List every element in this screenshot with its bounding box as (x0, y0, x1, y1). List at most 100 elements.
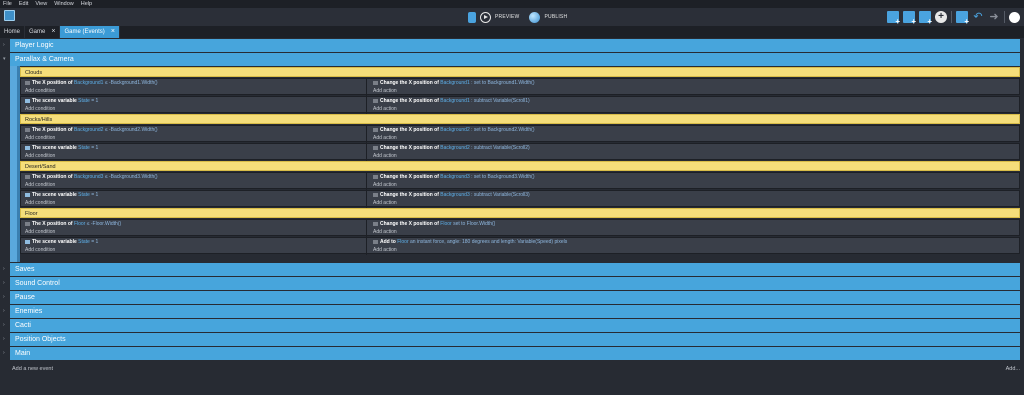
expand-arrow-icon[interactable]: › (3, 294, 5, 300)
close-icon[interactable]: × (111, 26, 115, 38)
menu-help[interactable]: Help (81, 0, 92, 8)
event-group[interactable]: Main (10, 347, 1020, 360)
event-group[interactable]: Saves (10, 263, 1020, 276)
preview-play-icon[interactable] (480, 11, 491, 23)
add-action-link[interactable]: Add action (369, 105, 1019, 113)
expand-arrow-icon[interactable]: › (3, 350, 5, 356)
object-name: Background2 (440, 145, 470, 151)
condition[interactable]: The scene variable State = 1 (21, 97, 366, 105)
menu-edit[interactable]: Edit (19, 0, 28, 8)
add-action-link[interactable]: Add action (369, 199, 1019, 207)
add-group-icon[interactable]: + (935, 11, 947, 23)
event-group[interactable]: Player Logic (10, 39, 1020, 52)
undo-icon[interactable]: ↶ (972, 11, 984, 23)
add-comment-icon[interactable] (919, 11, 932, 26)
expand-arrow-icon[interactable]: › (3, 266, 5, 272)
expand-arrow-icon[interactable]: › (3, 280, 5, 286)
actions-column: Change the X position of Background3 : s… (369, 173, 1019, 190)
add-action-link[interactable]: Add action (369, 134, 1019, 142)
add-condition-link[interactable]: Add condition (21, 134, 366, 142)
event-comment[interactable]: Desert/Sand (20, 161, 1020, 171)
condition[interactable]: The X position of Background2 ≤ -Backgro… (21, 126, 366, 134)
publish-globe-icon[interactable] (529, 11, 541, 23)
condition[interactable]: The scene variable State = 1 (21, 191, 366, 199)
action[interactable]: Change the X position of Floor set to Fl… (369, 220, 1019, 228)
tab-game-events[interactable]: Game (Events) × (60, 26, 120, 38)
add-condition-link[interactable]: Add condition (21, 199, 366, 207)
event-group[interactable]: Sound Control (10, 277, 1020, 290)
event-group[interactable]: Cacti (10, 319, 1020, 332)
action[interactable]: Change the X position of Background1 : s… (369, 79, 1019, 87)
action[interactable]: Add to Floor an instant force, angle: 18… (369, 238, 1019, 246)
redo-icon[interactable]: ➜ (988, 11, 1000, 23)
tab-label: Home (4, 29, 21, 35)
condition[interactable]: The X position of Background1 ≤ -Backgro… (21, 79, 366, 87)
instruction-label: Change the X position of (380, 174, 439, 180)
instruction-parameters: ≤ -Floor.Width() (86, 221, 122, 227)
add-event-icon[interactable] (887, 11, 900, 26)
action[interactable]: Change the X position of Background3 : s… (369, 191, 1019, 199)
object-name: Background3 (440, 192, 470, 198)
instruction-parameters: ≤ -Background3.Width() (104, 174, 158, 180)
add-action-link[interactable]: Add action (369, 181, 1019, 189)
publish-button[interactable]: PUBLISH (544, 14, 567, 20)
event-group[interactable]: Parallax & Camera (10, 53, 1020, 66)
add-condition-link[interactable]: Add condition (21, 87, 366, 95)
condition[interactable]: The scene variable State = 1 (21, 238, 366, 246)
event-comment[interactable]: Floor (20, 208, 1020, 218)
instruction-parameters: : set to Background2.Width() (471, 127, 535, 133)
condition[interactable]: The X position of Background3 ≤ -Backgro… (21, 173, 366, 181)
add-condition-link[interactable]: Add condition (21, 228, 366, 236)
add-condition-link[interactable]: Add condition (21, 181, 366, 189)
add-action-link[interactable]: Add action (369, 228, 1019, 236)
condition[interactable]: The X position of Floor ≤ -Floor.Width() (21, 220, 366, 228)
collapse-arrow-icon[interactable]: ▾ (3, 56, 6, 62)
add-new-event-link[interactable]: Add a new event (12, 366, 53, 372)
tab-home[interactable]: Home (0, 26, 26, 38)
settings-dot-icon[interactable] (1009, 11, 1020, 23)
actions-column: Change the X position of Background1 : s… (369, 97, 1019, 114)
menu-window[interactable]: Window (54, 0, 74, 8)
action[interactable]: Change the X position of Background2 : s… (369, 126, 1019, 134)
object-icon (25, 127, 30, 132)
add-action-link[interactable]: Add action (369, 87, 1019, 95)
add-action-link[interactable]: Add action (369, 246, 1019, 254)
debug-icon[interactable] (468, 11, 476, 23)
close-icon[interactable]: × (51, 26, 55, 38)
event-comment[interactable]: Rocks/Hills (20, 114, 1020, 124)
actions-column: Change the X position of Background2 : s… (369, 144, 1019, 161)
instruction-label: Change the X position of (380, 127, 439, 133)
event-row: The X position of Background2 ≤ -Backgro… (20, 125, 1020, 143)
project-manager-icon[interactable] (4, 10, 15, 21)
condition[interactable]: The scene variable State = 1 (21, 144, 366, 152)
action[interactable]: Change the X position of Background2 : s… (369, 144, 1019, 152)
expand-arrow-icon[interactable]: › (3, 322, 5, 328)
object-name: Background1 (440, 80, 470, 86)
tab-game[interactable]: Game × (25, 26, 61, 38)
add-sub-event-icon[interactable] (903, 11, 916, 26)
object-icon (25, 174, 30, 179)
expand-arrow-icon[interactable]: › (3, 336, 5, 342)
tab-label: Game (Events) (64, 29, 105, 35)
event-comment[interactable]: Clouds (20, 67, 1020, 77)
preview-button[interactable]: PREVIEW (495, 14, 519, 20)
menu-view[interactable]: View (35, 0, 47, 8)
toolbar-divider (951, 11, 952, 23)
event-group[interactable]: Pause (10, 291, 1020, 304)
expand-arrow-icon[interactable]: › (3, 42, 5, 48)
action[interactable]: Change the X position of Background1 : s… (369, 97, 1019, 105)
event-group[interactable]: Position Objects (10, 333, 1020, 346)
expand-arrow-icon[interactable]: › (3, 308, 5, 314)
add-condition-link[interactable]: Add condition (21, 152, 366, 160)
event-row: The scene variable State = 1 Add conditio… (20, 237, 1020, 255)
menu-file[interactable]: File (3, 0, 12, 8)
object-icon (373, 145, 378, 150)
event-group[interactable]: Enemies (10, 305, 1020, 318)
action[interactable]: Change the X position of Background3 : s… (369, 173, 1019, 181)
add-condition-link[interactable]: Add condition (21, 246, 366, 254)
add-condition-link[interactable]: Add condition (21, 105, 366, 113)
toggle-event-icon[interactable] (956, 11, 969, 26)
add-more-link[interactable]: Add... (1006, 366, 1020, 372)
actions-column: Change the X position of Background2 : s… (369, 126, 1019, 143)
add-action-link[interactable]: Add action (369, 152, 1019, 160)
